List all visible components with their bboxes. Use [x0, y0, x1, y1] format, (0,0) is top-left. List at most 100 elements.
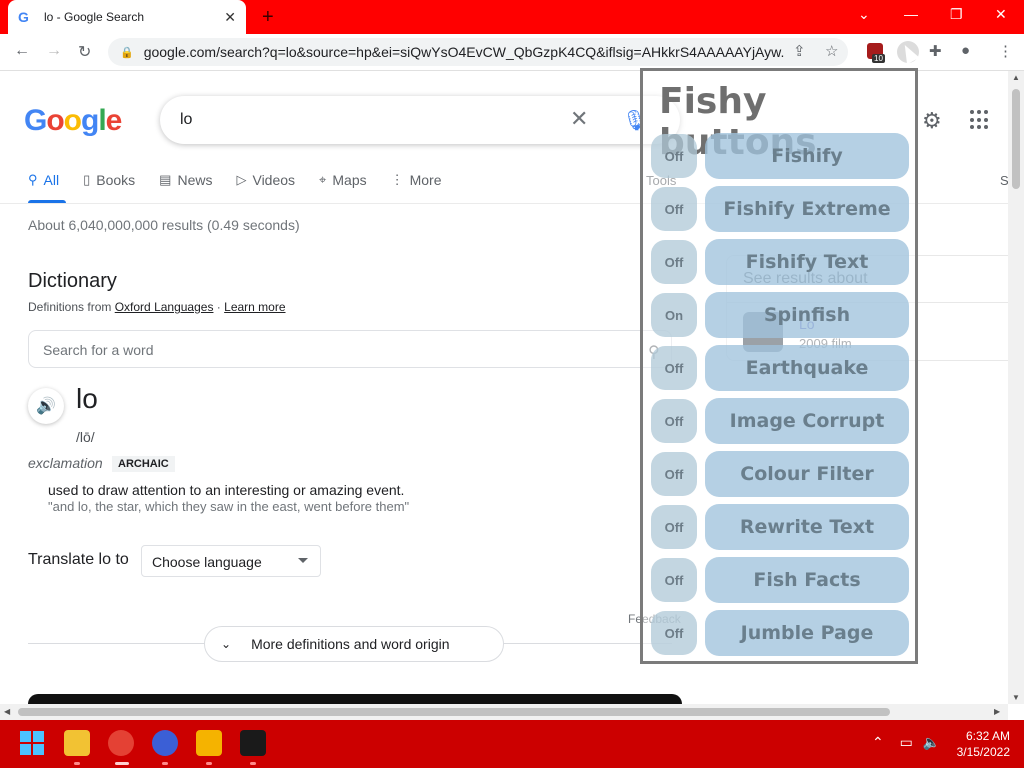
earthquake-button[interactable]: Earthquake: [705, 345, 909, 391]
chrome-icon[interactable]: [108, 730, 134, 756]
fishy-row: Off Colour Filter: [651, 451, 909, 497]
clock[interactable]: 6:32 AM 3/15/2022: [948, 728, 1010, 760]
scroll-left-icon[interactable]: ◀: [4, 707, 10, 716]
settings-gear-icon[interactable]: ⚙: [922, 108, 942, 134]
running-indicator: [162, 762, 168, 765]
definition: used to draw attention to an interesting…: [48, 482, 405, 498]
fishy-buttons-popup: Fishy buttons Off Fishify Off Fishify Ex…: [640, 68, 918, 664]
back-icon[interactable]: ←: [14, 42, 30, 60]
fishify-toggle[interactable]: Off: [651, 134, 697, 178]
show-hidden-icons-icon[interactable]: ⌃: [872, 734, 884, 750]
running-indicator: [250, 762, 256, 765]
tab-maps-label: Maps: [332, 172, 367, 188]
screen: G lo - Google Search ✕ + ⌄ — ❐ ✕ ← → ↻ 🔒…: [0, 0, 1024, 768]
running-indicator: [206, 762, 212, 765]
jumble-page-button[interactable]: Jumble Page: [705, 610, 909, 656]
tab-books-label: Books: [96, 172, 136, 188]
profile-avatar-icon[interactable]: ●: [961, 42, 970, 59]
scroll-right-icon[interactable]: ▶: [994, 707, 1000, 716]
phonetic: /lō/: [76, 429, 95, 445]
fish-facts-button[interactable]: Fish Facts: [705, 557, 909, 603]
book-icon: ▯: [83, 172, 91, 187]
fish-facts-toggle[interactable]: Off: [651, 558, 697, 602]
tab-more[interactable]: ⋮ More: [391, 172, 442, 188]
pronunciation-speaker-icon[interactable]: 🔊: [28, 388, 64, 424]
tab-videos[interactable]: ▷ Videos: [236, 172, 295, 188]
fishify-extreme-button[interactable]: Fishify Extreme: [705, 186, 909, 232]
jumble-page-toggle[interactable]: Off: [651, 611, 697, 655]
fishify-text-button[interactable]: Fishify Text: [705, 239, 909, 285]
fishify-button[interactable]: Fishify: [705, 133, 909, 179]
search-query[interactable]: lo: [180, 111, 192, 129]
fishy-row: Off Image Corrupt: [651, 398, 909, 444]
browser-menu-icon[interactable]: ⋮: [998, 42, 1013, 60]
source-prefix: Definitions from: [28, 300, 112, 314]
address-bar[interactable]: 🔒 google.com/search?q=lo&source=hp&ei=si…: [108, 38, 848, 66]
extension-shield-icon[interactable]: 10: [866, 42, 886, 63]
google-apps-icon[interactable]: [970, 110, 990, 130]
restore-icon[interactable]: ❐: [950, 6, 963, 23]
google-logo[interactable]: Google: [24, 104, 122, 138]
scroll-up-icon[interactable]: ▲: [1012, 73, 1020, 82]
colour-filter-button[interactable]: Colour Filter: [705, 451, 909, 497]
tab-search-icon[interactable]: ⌄: [858, 6, 870, 23]
more-definitions-button[interactable]: ⌄ More definitions and word origin: [204, 626, 504, 662]
video-thumbnail[interactable]: [28, 694, 682, 704]
spinfish-toggle[interactable]: On: [651, 293, 697, 337]
tab-all[interactable]: ⚲ All: [28, 172, 59, 188]
horizontal-scroll-thumb[interactable]: [18, 708, 890, 716]
vertical-scroll-thumb[interactable]: [1012, 89, 1020, 189]
part-of-speech: exclamation: [28, 455, 103, 471]
dictionary-source: Definitions from Oxford Languages · Lear…: [28, 300, 286, 314]
image-corrupt-toggle[interactable]: Off: [651, 399, 697, 443]
more-vert-icon: ⋮: [390, 172, 404, 187]
share-icon[interactable]: ⇪: [793, 42, 806, 60]
colour-filter-toggle[interactable]: Off: [651, 452, 697, 496]
title-bar: G lo - Google Search ✕ + ⌄ — ❐ ✕: [0, 0, 1024, 34]
clear-search-icon[interactable]: ✕: [570, 106, 588, 132]
tab-books[interactable]: ▯ Books: [83, 172, 135, 188]
network-icon[interactable]: ▭: [900, 734, 913, 750]
fishy-row: Off Fish Facts: [651, 557, 909, 603]
forward-icon[interactable]: →: [46, 42, 62, 60]
image-corrupt-button[interactable]: Image Corrupt: [705, 398, 909, 444]
browser-tab[interactable]: G lo - Google Search ✕: [8, 0, 246, 34]
url-text: google.com/search?q=lo&source=hp&ei=siQw…: [143, 44, 784, 60]
7zip-icon[interactable]: [240, 730, 266, 756]
learn-more-link[interactable]: Learn more: [224, 300, 285, 314]
active-indicator: [115, 762, 129, 765]
earthquake-toggle[interactable]: Off: [651, 346, 697, 390]
rewrite-text-button[interactable]: Rewrite Text: [705, 504, 909, 550]
new-tab-icon[interactable]: +: [262, 6, 274, 29]
deluge-icon[interactable]: [196, 730, 222, 756]
horizontal-scrollbar[interactable]: ◀ ▶: [0, 704, 1008, 720]
file-explorer-icon[interactable]: [64, 730, 90, 756]
volume-icon[interactable]: 🔈: [923, 734, 940, 750]
tab-maps[interactable]: ⌖ Maps: [319, 172, 367, 188]
extensions-puzzle-icon[interactable]: ✚: [929, 42, 942, 60]
windows-start-icon[interactable]: [20, 731, 44, 755]
minimize-icon[interactable]: —: [904, 6, 918, 22]
running-indicator: [74, 762, 80, 765]
word-search-input[interactable]: Search for a word: [28, 330, 672, 368]
vertical-scrollbar[interactable]: ▲ ▼: [1008, 71, 1024, 704]
close-tab-icon[interactable]: ✕: [224, 9, 236, 26]
close-window-icon[interactable]: ✕: [995, 6, 1007, 23]
fishify-text-toggle[interactable]: Off: [651, 240, 697, 284]
reload-icon[interactable]: ↻: [78, 42, 91, 62]
oxford-languages-link[interactable]: Oxford Languages: [115, 300, 214, 314]
bookmark-star-icon[interactable]: ☆: [825, 42, 838, 60]
rewrite-text-toggle[interactable]: Off: [651, 505, 697, 549]
tab-title: lo - Google Search: [44, 10, 145, 24]
firefox-icon[interactable]: [152, 730, 178, 756]
spinfish-button[interactable]: Spinfish: [705, 292, 909, 338]
language-select[interactable]: Choose language: [141, 545, 321, 577]
fishify-extreme-toggle[interactable]: Off: [651, 187, 697, 231]
tab-news[interactable]: ▤ News: [159, 172, 212, 188]
chevron-down-icon: ⌄: [221, 637, 232, 651]
more-definitions-label: More definitions and word origin: [251, 636, 450, 652]
search-box[interactable]: lo ✕ 🎙: [160, 96, 680, 144]
scroll-down-icon[interactable]: ▼: [1012, 693, 1020, 702]
fishy-row: Off Rewrite Text: [651, 504, 909, 550]
system-tray: ⌃ ▭ 🔈: [872, 734, 940, 751]
